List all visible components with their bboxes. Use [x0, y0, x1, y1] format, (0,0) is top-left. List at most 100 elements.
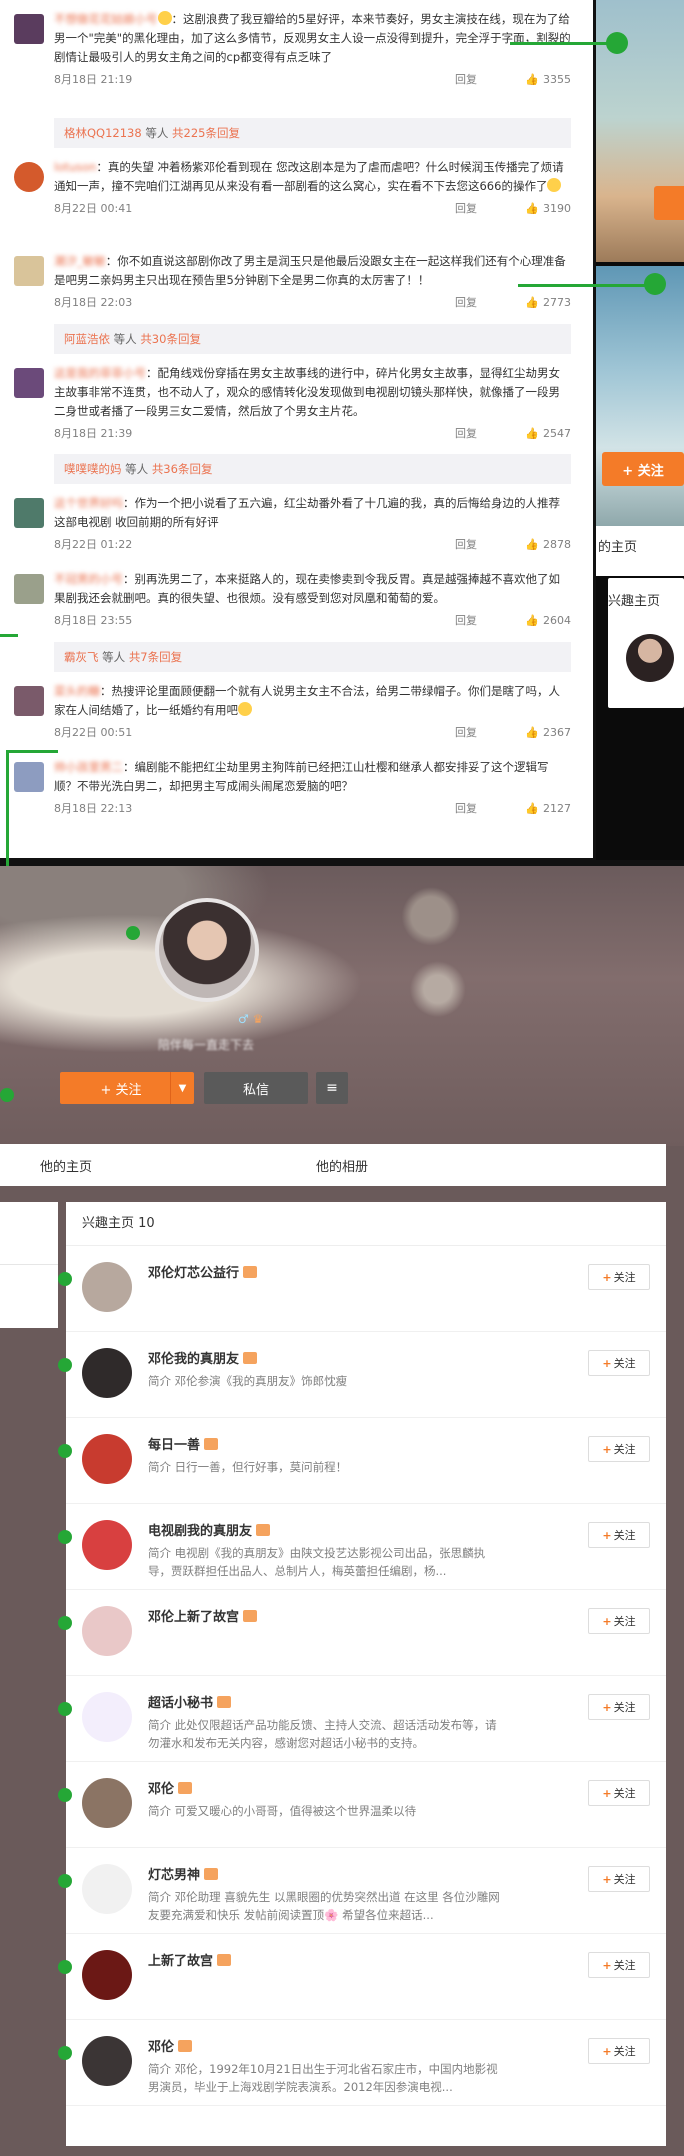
reply-button[interactable]: 回复 — [455, 723, 511, 742]
interest-follow-button[interactable]: + 关注 — [588, 1694, 650, 1720]
interest-item[interactable]: 上新了故宫 + 关注 — [66, 1934, 666, 2020]
reply-count[interactable]: 共7条回复 — [129, 650, 182, 664]
reply-author[interactable]: 噗噗噗的妈 — [64, 462, 122, 476]
avatar[interactable] — [82, 1606, 132, 1656]
like-button[interactable]: 👍 2127 — [511, 799, 571, 818]
avatar[interactable] — [82, 2036, 132, 2086]
interest-name[interactable]: 每日一善 — [148, 1434, 219, 1453]
interest-name[interactable]: 灯芯男神 — [148, 1864, 219, 1883]
interest-follow-button[interactable]: + 关注 — [588, 1952, 650, 1978]
avatar[interactable] — [82, 1348, 132, 1398]
comment-author[interactable]: 不想做花花姑娘小号 — [54, 12, 158, 26]
reply-count[interactable]: 共225条回复 — [172, 126, 240, 140]
like-button[interactable]: 👍 3190 — [511, 199, 571, 218]
strip-interest-title: 兴趣主页 — [608, 594, 661, 609]
interest-follow-button[interactable]: + 关注 — [588, 2038, 650, 2064]
like-button[interactable]: 👍 2773 — [511, 293, 571, 312]
reply-author[interactable]: 霸灰飞 — [64, 650, 99, 664]
interest-follow-button[interactable]: + 关注 — [588, 1350, 650, 1376]
like-count: 3190 — [543, 201, 571, 215]
interest-name[interactable]: 邓伦 — [148, 1778, 193, 1797]
annotation-dot — [58, 1960, 72, 1974]
like-button[interactable]: 👍 3355 — [511, 70, 571, 89]
avatar[interactable] — [82, 1950, 132, 2000]
interest-item[interactable]: 邓伦上新了故宫 + 关注 — [66, 1590, 666, 1676]
annotation-dot — [126, 926, 140, 940]
avatar[interactable] — [14, 162, 44, 192]
reply-button[interactable]: 回复 — [455, 199, 511, 218]
reply-summary[interactable]: 阿蓝浩依 等人 共30条回复 — [54, 324, 571, 354]
interest-item[interactable]: 灯芯男神 简介 邓伦助理 喜貌先生 以黑眼圈的优势突然出道 在这里 各位沙雕网友要… — [66, 1848, 666, 1934]
follow-button[interactable]: + 关注 — [60, 1072, 182, 1104]
interest-name[interactable]: 邓伦 — [148, 2036, 193, 2055]
avatar[interactable] — [626, 634, 674, 682]
reply-summary[interactable]: 噗噗噗的妈 等人 共36条回复 — [54, 454, 571, 484]
interest-name[interactable]: 上新了故宫 — [148, 1950, 232, 1969]
reply-button[interactable]: 回复 — [455, 611, 511, 630]
follow-dropdown-button[interactable]: ▼ — [170, 1072, 194, 1104]
avatar[interactable] — [82, 1864, 132, 1914]
reply-button[interactable]: 回复 — [455, 799, 511, 818]
reply-summary[interactable]: 格林QQ12138 等人 共225条回复 — [54, 118, 571, 148]
tab-home[interactable]: 他的主页 — [40, 1156, 92, 1175]
reply-button[interactable]: 回复 — [455, 70, 511, 89]
interest-item[interactable]: 邓伦 简介 邓伦，1992年10月21日出生于河北省石家庄市，中国内地影视男演员，… — [66, 2020, 666, 2106]
comment-author[interactable]: 菜头的糖 — [54, 684, 100, 698]
interest-follow-button[interactable]: + 关注 — [588, 1780, 650, 1806]
interest-name[interactable]: 邓伦上新了故宫 — [148, 1606, 258, 1625]
reply-author[interactable]: 阿蓝浩依 — [64, 332, 110, 346]
interest-name[interactable]: 超话小秘书 — [148, 1692, 232, 1711]
reply-button[interactable]: 回复 — [455, 293, 511, 312]
interest-follow-button[interactable]: + 关注 — [588, 1522, 650, 1548]
like-button[interactable]: 👍 2878 — [511, 535, 571, 554]
interest-follow-button[interactable]: + 关注 — [588, 1264, 650, 1290]
strip-home-tab[interactable]: 的主页 — [598, 536, 637, 555]
like-button[interactable]: 👍 2604 — [511, 611, 571, 630]
like-button[interactable]: 👍 2367 — [511, 723, 571, 742]
interest-item[interactable]: 超话小秘书 简介 此处仅限超话产品功能反馈、主持人交流、超话活动发布等，请勿灌水和… — [66, 1676, 666, 1762]
avatar[interactable] — [14, 574, 44, 604]
reply-count[interactable]: 共30条回复 — [140, 332, 201, 346]
interest-item[interactable]: 电视剧我的真朋友 简介 电视剧《我的真朋友》由陕文投艺达影视公司出品，张思麟执导，… — [66, 1504, 666, 1590]
tab-album[interactable]: 他的相册 — [316, 1156, 368, 1175]
avatar[interactable] — [14, 256, 44, 286]
interest-name[interactable]: 邓伦灯芯公益行 — [148, 1262, 258, 1281]
reply-button[interactable]: 回复 — [455, 424, 511, 443]
interest-item[interactable]: 邓伦我的真朋友 简介 邓伦参演《我的真朋友》饰郎忱瘦 + 关注 — [66, 1332, 666, 1418]
plus-icon: + — [602, 1872, 612, 1886]
comment-author[interactable]: 潮汐_敏敏 — [54, 254, 106, 268]
more-menu-button[interactable]: ≡ — [316, 1072, 348, 1104]
interest-follow-button[interactable]: + 关注 — [588, 1866, 650, 1892]
avatar[interactable] — [14, 686, 44, 716]
reply-button[interactable]: 回复 — [455, 535, 511, 554]
reply-count[interactable]: 共36条回复 — [152, 462, 213, 476]
comment-author[interactable]: 不冠男的小号 — [54, 572, 123, 586]
interest-name[interactable]: 电视剧我的真朋友 — [148, 1520, 271, 1539]
avatar[interactable] — [14, 14, 44, 44]
like-button[interactable]: 👍 2547 — [511, 424, 571, 443]
profile-avatar[interactable] — [155, 898, 259, 1002]
avatar[interactable] — [14, 762, 44, 792]
avatar[interactable] — [82, 1262, 132, 1312]
comment-author[interactable]: 这是我的菲菲小号 — [54, 366, 146, 380]
comment-author[interactable]: 这个世界好吗 — [54, 496, 123, 510]
avatar[interactable] — [82, 1520, 132, 1570]
interest-follow-button[interactable]: + 关注 — [588, 1608, 650, 1634]
interest-name[interactable]: 邓伦我的真朋友 — [148, 1348, 258, 1367]
avatar[interactable] — [82, 1778, 132, 1828]
avatar[interactable] — [14, 498, 44, 528]
avatar[interactable] — [14, 368, 44, 398]
interest-item[interactable]: 每日一善 简介 日行一善，但行好事，莫问前程！ + 关注 — [66, 1418, 666, 1504]
reply-summary[interactable]: 霸灰飞 等人 共7条回复 — [54, 642, 571, 672]
interest-item[interactable]: 邓伦 简介 可爱又暖心的小哥哥，值得被这个世界温柔以待 + 关注 — [66, 1762, 666, 1848]
comment-author[interactable]: lotuson — [54, 160, 96, 174]
interest-follow-button[interactable]: + 关注 — [588, 1436, 650, 1462]
avatar[interactable] — [82, 1434, 132, 1484]
comment-time: 8月18日 23:55 — [54, 613, 133, 627]
comment-author[interactable]: 帅小孩里男二 — [54, 760, 123, 774]
interest-item[interactable]: 邓伦灯芯公益行 + 关注 — [66, 1246, 666, 1332]
avatar[interactable] — [82, 1692, 132, 1742]
reply-author[interactable]: 格林QQ12138 — [64, 126, 142, 140]
strip-follow-button[interactable]: + 关注 — [602, 452, 684, 486]
message-button[interactable]: 私信 — [204, 1072, 308, 1104]
